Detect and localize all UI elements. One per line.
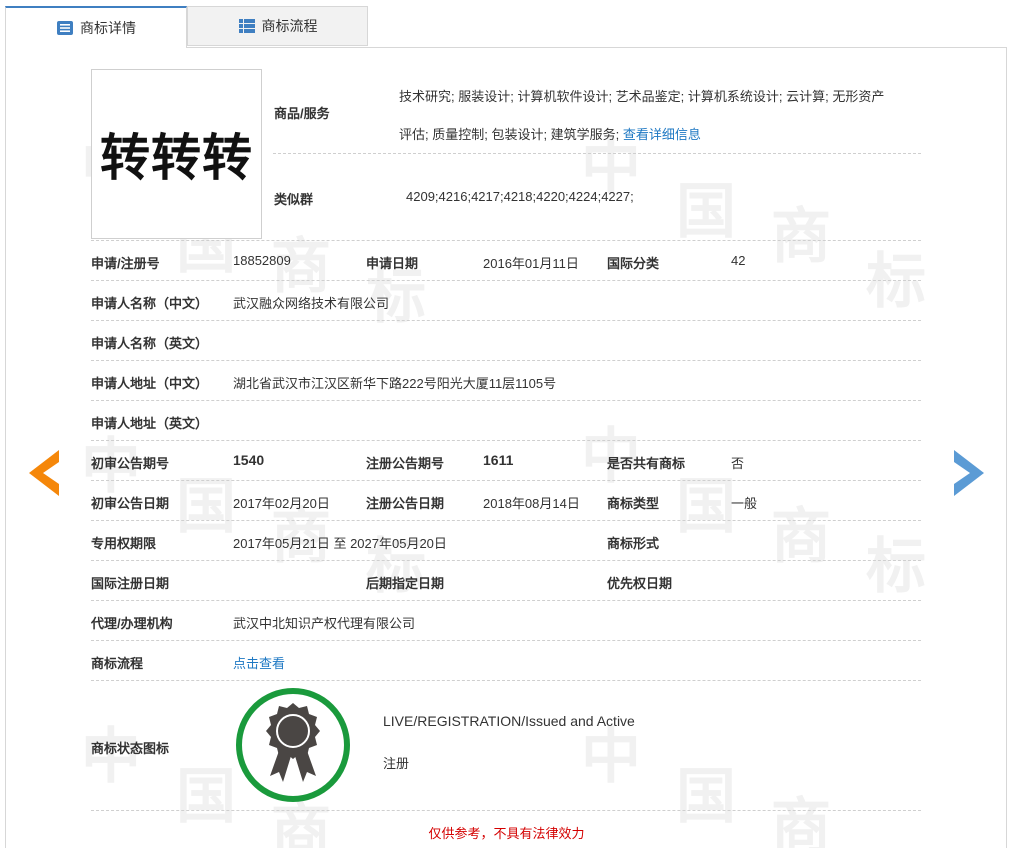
divider <box>273 153 921 154</box>
applicant-cn-value: 武汉融众网络技术有限公司 <box>233 296 390 311</box>
applicant-en-label: 申请人名称（英文） <box>91 336 209 351</box>
divider <box>91 240 921 241</box>
prelim-date-label: 初审公告日期 <box>91 496 170 511</box>
reg-pub-no-value: 1611 <box>483 452 514 468</box>
prelim-date-value: 2017年02月20日 <box>233 496 330 511</box>
applicant-cn-label: 申请人名称（中文） <box>91 296 209 311</box>
goods-services: 技术研究; 服装设计; 计算机软件设计; 艺术品鉴定; 计算机系统设计; 云计算… <box>399 78 924 154</box>
trademark-image: 转转转 <box>91 69 262 239</box>
process-label: 商标流程 <box>91 656 144 671</box>
similar-group-label: 类似群 <box>274 192 314 207</box>
reg-pub-date-label: 注册公告日期 <box>366 496 445 511</box>
intl-class-value: 42 <box>731 253 746 268</box>
goods-line: 评估; 质量控制; 包装设计; 建筑学服务; 查看详细信息 <box>399 116 924 154</box>
divider <box>91 640 921 641</box>
trademark-logo-text: 转转转 <box>100 129 253 187</box>
goods-label: 商品/服务 <box>274 106 330 121</box>
intl-class-label: 国际分类 <box>607 256 660 271</box>
reg-pub-no-label: 注册公告期号 <box>366 456 445 471</box>
agent-value: 武汉中北知识产权代理有限公司 <box>233 616 416 631</box>
tab-label: 商标流程 <box>261 18 318 34</box>
status-icon-label: 商标状态图标 <box>91 741 170 756</box>
watermark-char: 标 <box>866 532 926 602</box>
divider <box>91 440 921 441</box>
divider <box>91 520 921 521</box>
watermark-char: 商 <box>771 202 831 272</box>
award-ribbon-icon <box>236 688 350 802</box>
status-text-en: LIVE/REGISTRATION/Issued and Active <box>383 713 635 729</box>
watermark-char: 中 <box>581 422 641 492</box>
later-date-label: 后期指定日期 <box>366 576 445 591</box>
watermark-char: 国 <box>176 762 236 832</box>
tab-bar: 商标详情 商标流程 <box>5 6 1007 48</box>
tm-form-label: 商标形式 <box>607 536 660 551</box>
next-arrow-icon[interactable] <box>952 448 988 498</box>
shared-value: 否 <box>731 456 745 471</box>
watermark-char: 标 <box>866 247 926 317</box>
tab-label: 商标详情 <box>80 20 136 36</box>
tab-trademark-process[interactable]: 商标流程 <box>187 6 368 46</box>
divider <box>91 810 921 811</box>
apply-date-label: 申请日期 <box>366 256 419 271</box>
watermark-char: 国 <box>676 762 736 832</box>
goods-line-text: 评估; 质量控制; 包装设计; 建筑学服务; <box>399 127 620 142</box>
reg-pub-date-value: 2018年08月14日 <box>483 496 580 511</box>
similar-group-value: 4209;4216;4217;4218;4220;4224;4227; <box>406 189 634 204</box>
goods-line: 技术研究; 服装设计; 计算机软件设计; 艺术品鉴定; 计算机系统设计; 云计算… <box>399 89 885 104</box>
prev-arrow-icon[interactable] <box>25 448 61 498</box>
divider <box>91 360 921 361</box>
divider <box>91 680 921 681</box>
reg-no-value: 18852809 <box>233 253 291 268</box>
grid-icon <box>238 19 255 33</box>
address-cn-label: 申请人地址（中文） <box>91 376 209 391</box>
validity-value: 2017年05月21日 至 2027年05月20日 <box>233 536 447 551</box>
divider <box>91 400 921 401</box>
reg-no-label: 申请/注册号 <box>91 256 160 271</box>
divider <box>91 280 921 281</box>
tm-type-label: 商标类型 <box>607 496 660 511</box>
watermark-char: 商 <box>771 502 831 572</box>
watermark-char: 国 <box>176 472 236 542</box>
prelim-no-label: 初审公告期号 <box>91 456 170 471</box>
address-en-label: 申请人地址（英文） <box>91 416 209 431</box>
divider <box>91 600 921 601</box>
divider <box>91 480 921 481</box>
apply-date-value: 2016年01月11日 <box>483 256 579 271</box>
view-details-link[interactable]: 查看详细信息 <box>623 127 701 142</box>
tab-trademark-details[interactable]: 商标详情 <box>5 6 187 48</box>
priority-date-label: 优先权日期 <box>607 576 673 591</box>
address-cn-value: 湖北省武汉市江汉区新华下路222号阳光大厦11层1105号 <box>233 376 557 391</box>
prelim-no-value: 1540 <box>233 452 265 468</box>
process-view-link[interactable]: 点击查看 <box>233 653 285 672</box>
agent-label: 代理/办理机构 <box>91 616 173 631</box>
list-icon <box>57 21 73 35</box>
intl-reg-date-label: 国际注册日期 <box>91 576 170 591</box>
divider <box>91 320 921 321</box>
disclaimer-text: 仅供参考，不具有法律效力 <box>428 826 585 841</box>
validity-label: 专用权期限 <box>91 536 157 551</box>
status-text-cn: 注册 <box>383 756 410 771</box>
watermark-char: 国 <box>676 177 736 247</box>
divider <box>91 560 921 561</box>
tm-type-value: 一般 <box>731 496 758 511</box>
shared-label: 是否共有商标 <box>607 456 686 471</box>
